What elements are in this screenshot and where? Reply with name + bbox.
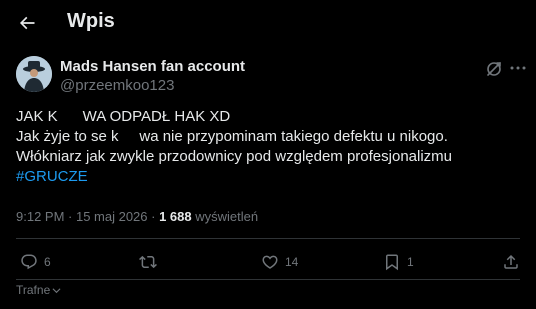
views-label: wyświetleń xyxy=(191,209,259,224)
bookmark-button[interactable]: 1 xyxy=(383,248,414,276)
bookmark-count: 1 xyxy=(407,255,414,269)
views-count: 1 688 xyxy=(159,209,192,224)
avatar-image-icon xyxy=(16,56,52,92)
share-button[interactable] xyxy=(502,248,520,276)
tweet-line: JAK K WA ODPADŁ HAK XD xyxy=(16,108,231,125)
grok-icon xyxy=(487,62,501,76)
author-handle[interactable]: @przeemkoo123 xyxy=(60,76,245,95)
reply-count: 6 xyxy=(44,255,51,269)
sort-dropdown[interactable]: Trafne xyxy=(16,283,61,297)
timestamp[interactable]: 9:12 PM · 15 maj 2026 · xyxy=(16,209,159,224)
share-icon xyxy=(504,254,518,269)
divider xyxy=(16,279,520,280)
repost-button[interactable] xyxy=(139,248,163,276)
tweet-line: Jak żyje to se k wa nie przypominam taki… xyxy=(16,128,448,145)
author-row: Mads Hansen fan account @przeemkoo123 xyxy=(16,56,526,100)
divider xyxy=(16,238,520,239)
back-button[interactable] xyxy=(12,8,42,38)
tweet-line: Włókniarz jak zwykle przodownicy pod wzg… xyxy=(16,148,453,165)
tweet-meta: 9:12 PM · 15 maj 2026 · 1 688 wyświetleń xyxy=(16,209,258,225)
heart-icon xyxy=(262,255,278,269)
like-count: 14 xyxy=(285,255,299,269)
header: Wpis xyxy=(0,0,536,47)
reply-button[interactable]: 6 xyxy=(20,248,51,276)
more-button[interactable] xyxy=(508,58,528,78)
sort-label: Trafne xyxy=(16,283,51,297)
grok-button[interactable] xyxy=(484,59,504,79)
bookmark-icon xyxy=(386,254,398,271)
repost-icon xyxy=(139,255,157,269)
action-bar: 6 14 1 xyxy=(16,248,520,276)
more-dots-icon xyxy=(510,66,526,70)
chevron-down-icon xyxy=(52,287,61,293)
page-title: Wpis xyxy=(67,10,115,32)
tweet-text: JAK K WA ODPADŁ HAK XD Jak żyje to se k … xyxy=(16,107,520,187)
avatar[interactable] xyxy=(16,56,52,92)
reply-bubble-icon xyxy=(21,254,37,270)
like-button[interactable]: 14 xyxy=(261,248,298,276)
arrow-left-icon xyxy=(19,16,35,30)
author-display-name[interactable]: Mads Hansen fan account xyxy=(60,57,245,76)
hashtag-link[interactable]: #GRUCZE xyxy=(16,168,88,185)
author-names: Mads Hansen fan account @przeemkoo123 xyxy=(60,57,245,95)
